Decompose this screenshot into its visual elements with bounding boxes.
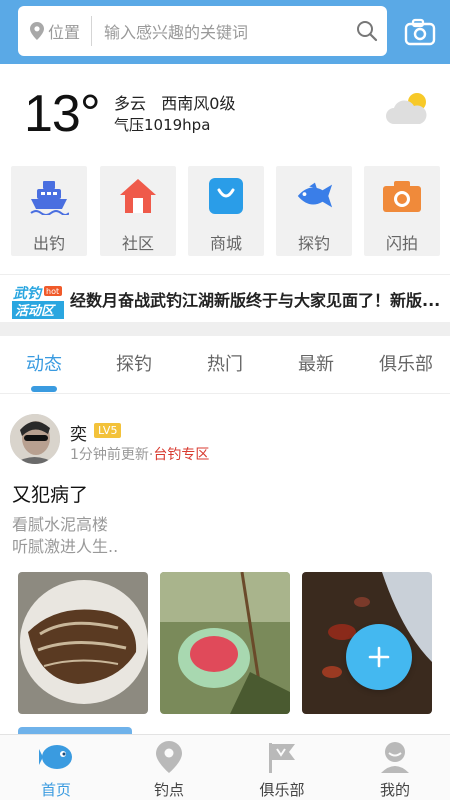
post-photo-fish-plate[interactable] [18,572,148,714]
plus-icon [368,646,390,668]
logo-text-wudiao: 武钓 [13,285,43,302]
weather-condition: 多云 [114,94,147,113]
post-photo-bait-bowl[interactable] [160,572,290,714]
tab-zuixin[interactable]: 最新 [298,350,334,376]
announcement-banner[interactable]: 武钓 hot 活动区 经数月奋战武钓江湖新版终于与大家见面了！新版... [0,274,450,322]
nav-label: 首页 [40,781,71,799]
post-body-line: 听腻激进人生.. [12,537,119,556]
tab-tandiao[interactable]: 探钓 [116,350,152,376]
logo-text-event: 活动区 [15,303,56,319]
home-fish-icon [39,741,73,773]
post-body-line: 看腻水泥高楼 [12,515,109,534]
feature-label: 闪拍 [385,234,418,253]
post-category-tag[interactable]: 台钓专区 [153,447,209,463]
tab-remen[interactable]: 热门 [207,350,243,376]
fish-icon [294,176,334,216]
username[interactable]: 奕 [70,420,87,445]
pressure-info: 气压1019hpa [114,116,211,134]
post-title: 又犯病了 [12,484,89,506]
camera-icon [404,18,436,46]
feature-chudiao[interactable]: 出钓 [11,166,87,256]
map-pin-icon [156,741,182,773]
temperature: 13° [24,85,101,143]
nav-label: 我的 [379,781,410,799]
search-input[interactable]: 输入感兴趣的关键词 [92,19,347,43]
logo-hot-badge: hot [46,287,59,296]
feature-label: 探钓 [297,234,330,253]
weather-description: 多云 西南风0级 [114,90,235,114]
nav-mine[interactable]: 我的 [350,735,440,801]
wind-info: 西南风0级 [161,94,236,113]
nav-home[interactable]: 首页 [11,735,101,801]
shopping-bag-icon [206,176,246,216]
post-body: 看腻水泥高楼 听腻激进人生.. [12,514,118,558]
tab-dongtai[interactable]: 动态 [26,350,62,376]
section-divider [0,322,450,336]
feature-shequ[interactable]: 社区 [100,166,176,256]
feature-grid: 出钓 社区 商城 探钓 闪拍 [0,166,450,256]
post-meta: 1分钟前更新·台钓专区 [70,444,209,464]
nav-label: 俱乐部 [259,781,305,799]
house-icon [118,176,158,216]
compose-fab[interactable] [346,624,412,690]
post-time: 1分钟前更新· [70,447,154,463]
banner-text: 经数月奋战武钓江湖新版终于与大家见面了！新版... [70,291,441,310]
tab-julebu[interactable]: 俱乐部 [379,350,433,376]
nav-fishing-spots[interactable]: 钓点 [124,735,214,801]
bottom-nav: 首页 钓点 俱乐部 我的 [0,734,450,800]
active-tab-indicator [31,386,57,392]
feature-tandiao[interactable]: 探钓 [276,166,352,256]
feature-shangcheng[interactable]: 商城 [188,166,264,256]
search-icon[interactable] [347,20,387,42]
nav-label: 钓点 [153,781,184,799]
feature-label: 出钓 [32,234,65,253]
location-pin-icon [30,22,44,40]
camera-icon [382,176,422,216]
event-area-logo: 武钓 hot 活动区 [12,283,64,319]
weather-panel: 13° 多云 西南风0级 气压1019hpa [0,64,450,164]
camera-button[interactable] [400,12,440,52]
partly-cloudy-icon [386,93,427,124]
location-label: 位置 [48,23,81,42]
tab-bar: 动态 探钓 热门 最新 俱乐部 [0,336,450,394]
ship-icon [29,176,69,216]
user-profile-icon [380,741,410,773]
avatar[interactable] [10,414,60,464]
feature-label: 商城 [209,234,242,253]
feature-shanpai[interactable]: 闪拍 [364,166,440,256]
flag-icon [267,741,297,773]
location-selector[interactable]: 位置 [18,16,92,46]
search-bar[interactable]: 位置 输入感兴趣的关键词 [18,6,387,56]
nav-club[interactable]: 俱乐部 [237,735,327,801]
level-badge: LV5 [94,423,122,438]
top-bar: 位置 输入感兴趣的关键词 [0,0,450,64]
feature-label: 社区 [121,234,154,253]
